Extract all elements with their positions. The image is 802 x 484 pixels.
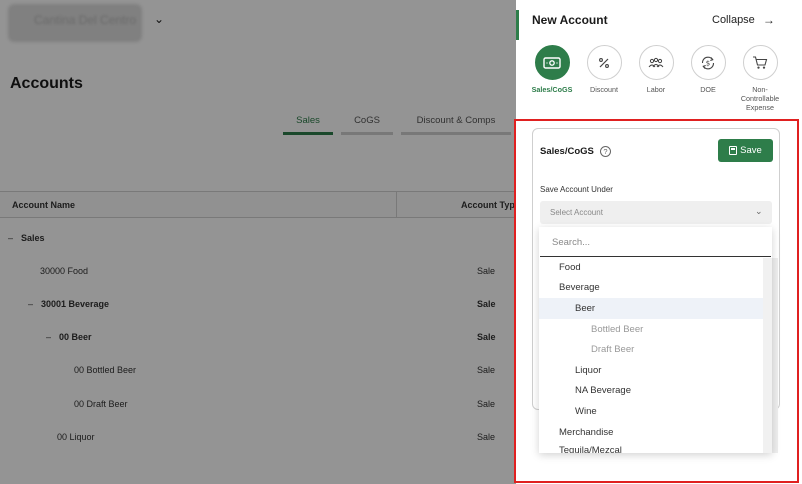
account-type-labor[interactable]: Labor: [630, 45, 682, 112]
dollar-cycle-icon: $: [690, 45, 726, 80]
account-type-label: Sales/CoGS: [531, 85, 573, 94]
account-type-label: Discount: [590, 85, 618, 94]
arrow-right-icon: →: [762, 13, 775, 27]
panel-header: New Account Collapse →: [516, 0, 802, 40]
svg-text:$: $: [706, 59, 710, 67]
labor-icon: [638, 45, 674, 80]
collapse-button[interactable]: Collapse →: [712, 13, 775, 27]
account-type-discount[interactable]: Discount: [578, 45, 630, 112]
collapse-label: Collapse: [712, 14, 755, 26]
account-type-label: Non-Controllable Expense: [740, 85, 780, 112]
panel-title: New Account: [532, 13, 608, 27]
account-type-doe[interactable]: $ DOE: [682, 45, 734, 112]
account-type-label: Labor: [646, 85, 666, 94]
account-type-non-controllable-expense[interactable]: Non-Controllable Expense: [734, 45, 786, 112]
account-type-selector: Sales/CoGS Discount Labor $ DOE Non-Cont…: [526, 45, 786, 112]
percent-icon: [586, 45, 622, 80]
cash-icon: [534, 45, 570, 80]
account-type-sales-cogs[interactable]: Sales/CoGS: [526, 45, 578, 112]
highlight-annotation: [514, 119, 799, 483]
panel-accent-edge: [516, 10, 519, 40]
cart-icon: [742, 45, 778, 80]
account-type-label: DOE: [700, 85, 716, 94]
